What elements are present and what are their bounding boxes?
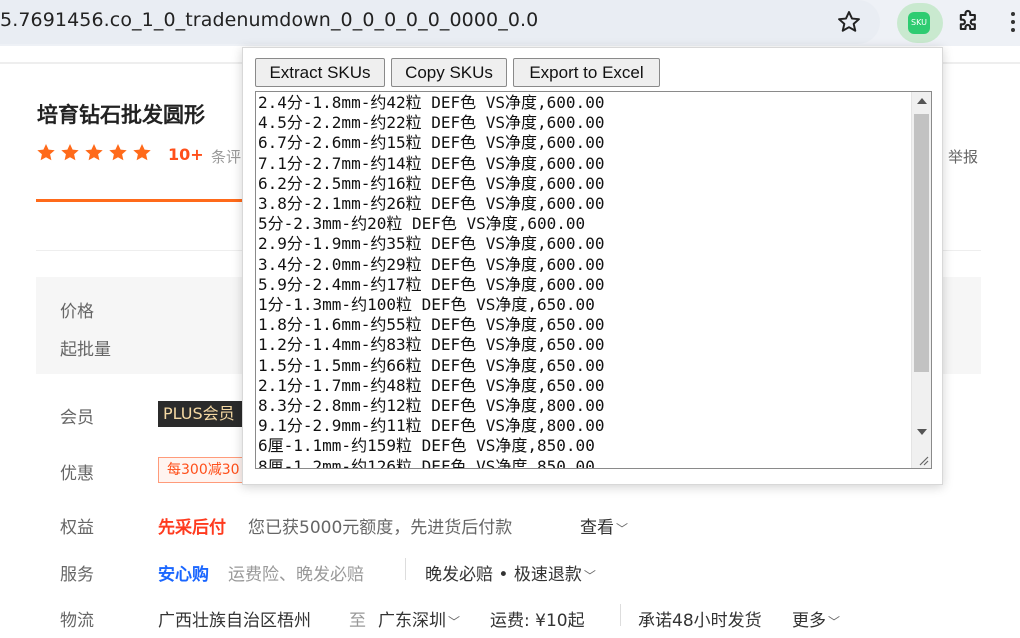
sku-extension-icon: SKU — [908, 12, 930, 34]
sku-line: 8.3分-2.8mm-约12粒 DEF色 VS净度,800.00 — [258, 396, 605, 416]
menu-kebab-icon[interactable] — [1010, 10, 1016, 34]
extensions-puzzle-icon[interactable] — [955, 8, 983, 36]
logistics-destination-select[interactable]: 广东深圳 ﹀ — [378, 606, 460, 631]
min-order-label: 起批量 — [60, 340, 111, 360]
sku-output-textarea[interactable]: 2.4分-1.8mm-约42粒 DEF色 VS净度,600.00 4.5分-2.2… — [255, 91, 932, 469]
sku-line: 6.2分-2.5mm-约16粒 DEF色 VS净度,600.00 — [258, 173, 605, 193]
logistics-more-text: 更多 — [792, 611, 826, 631]
logistics-promise: 承诺48小时发货 — [638, 611, 762, 631]
chevron-down-icon: ﹀ — [616, 522, 629, 536]
textarea-scrollbar[interactable] — [911, 92, 931, 468]
copy-skus-button[interactable]: Copy SKUs — [391, 58, 507, 87]
logistics-fee: 运费: ¥10起 — [490, 611, 585, 631]
logistics-destination-text: 广东深圳 — [378, 611, 446, 631]
sku-line: 6.7分-2.6mm-约15粒 DEF色 VS净度,600.00 — [258, 133, 605, 153]
scroll-thumb[interactable] — [914, 114, 929, 372]
sku-line: 1分-1.3mm-约100粒 DEF色 VS净度,650.00 — [258, 295, 595, 315]
sku-line: 1.8分-1.6mm-约55粒 DEF色 VS净度,650.00 — [258, 315, 605, 335]
product-title: 培育钻石批发圆形 — [37, 103, 205, 127]
discount-coupon-badge[interactable]: 每300减30 — [158, 457, 248, 483]
sku-line: 4.5分-2.2mm-约22粒 DEF色 VS净度,600.00 — [258, 113, 605, 133]
scroll-down-arrow-icon[interactable] — [917, 429, 927, 435]
logistics-more-link[interactable]: 更多 ﹀ — [792, 606, 840, 631]
member-label: 会员 — [60, 408, 94, 428]
service-tag: 安心购 — [158, 565, 209, 585]
extract-skus-button[interactable]: Extract SKUs — [255, 58, 385, 87]
service-description: 运费险、晚发必赔 — [228, 565, 364, 585]
sku-line: 3.8分-2.1mm-约26粒 DEF色 VS净度,600.00 — [258, 194, 605, 214]
bookmark-star-icon[interactable] — [836, 9, 862, 35]
chevron-down-icon: ﹀ — [583, 569, 596, 583]
sku-line: 8厘-1.2mm-约126粒 DEF色 VS净度,850.00 — [258, 456, 595, 469]
active-tab-underline — [36, 199, 244, 202]
scroll-up-arrow-icon[interactable] — [917, 98, 927, 104]
sku-extractor-popup: Extract SKUs Copy SKUs Export to Excel 2… — [242, 47, 943, 485]
review-suffix: 条评 — [211, 148, 242, 166]
benefit-label: 权益 — [60, 518, 94, 538]
service-extra-text: 晚发必赔 • 极速退款 — [425, 565, 582, 585]
sku-line: 9.1分-2.9mm-约11粒 DEF色 VS净度,800.00 — [258, 416, 605, 436]
sku-line: 3.4分-2.0mm-约29粒 DEF色 VS净度,600.00 — [258, 254, 605, 274]
chevron-down-icon: ﹀ — [828, 615, 841, 629]
resize-grip-icon[interactable] — [917, 454, 929, 466]
sku-line: 2.4分-1.8mm-约42粒 DEF色 VS净度,600.00 — [258, 93, 605, 112]
browser-toolbar: 5.7691456.co_1_0_tradenumdown_0_0_0_0_0_… — [0, 0, 1020, 46]
logistics-label: 物流 — [60, 611, 94, 631]
price-label: 价格 — [60, 302, 94, 322]
report-link[interactable]: 举报 — [948, 146, 978, 167]
logistics-origin: 广西壮族自治区梧州 — [158, 611, 311, 631]
service-label: 服务 — [60, 565, 94, 585]
benefit-view-link[interactable]: 查看 ﹀ — [580, 513, 628, 538]
sku-line: 5.9分-2.4mm-约17粒 DEF色 VS净度,600.00 — [258, 274, 605, 294]
sku-extension-button[interactable]: SKU — [897, 3, 943, 43]
service-extra-link[interactable]: 晚发必赔 • 极速退款 ﹀ — [425, 560, 596, 585]
sku-lines: 2.4分-1.8mm-约42粒 DEF色 VS净度,600.00 4.5分-2.2… — [258, 93, 908, 469]
sku-line: 5分-2.3mm-约20粒 DEF色 VS净度,600.00 — [258, 214, 586, 234]
url-text[interactable]: 5.7691456.co_1_0_tradenumdown_0_0_0_0_0_… — [0, 9, 538, 31]
sku-line: 1.2分-1.4mm-约83粒 DEF色 VS净度,650.00 — [258, 335, 605, 355]
sku-line: 1.5分-1.5mm-约66粒 DEF色 VS净度,650.00 — [258, 355, 605, 375]
discount-label: 优惠 — [60, 464, 94, 484]
chevron-down-icon: ﹀ — [448, 615, 461, 629]
benefit-description: 您已获5000元额度，先进货后付款 — [248, 518, 513, 538]
sku-line: 2.9分-1.9mm-约35粒 DEF色 VS净度,600.00 — [258, 234, 605, 254]
plus-member-badge[interactable]: PLUS会员 — [158, 401, 248, 427]
service-separator — [405, 558, 406, 580]
benefit-view-text: 查看 — [580, 518, 614, 538]
rating-stars-icon — [37, 144, 151, 161]
export-excel-button[interactable]: Export to Excel — [513, 58, 660, 87]
benefit-tag: 先采后付 — [158, 518, 226, 538]
sku-line: 7.1分-2.7mm-约14粒 DEF色 VS净度,600.00 — [258, 153, 605, 173]
logistics-to-word: 至 — [349, 611, 366, 631]
logistics-separator — [620, 604, 621, 626]
sku-line: 6厘-1.1mm-约159粒 DEF色 VS净度,850.00 — [258, 436, 595, 456]
sku-line: 2.1分-1.7mm-约48粒 DEF色 VS净度,650.00 — [258, 375, 605, 395]
review-count[interactable]: 10+ — [168, 145, 204, 164]
